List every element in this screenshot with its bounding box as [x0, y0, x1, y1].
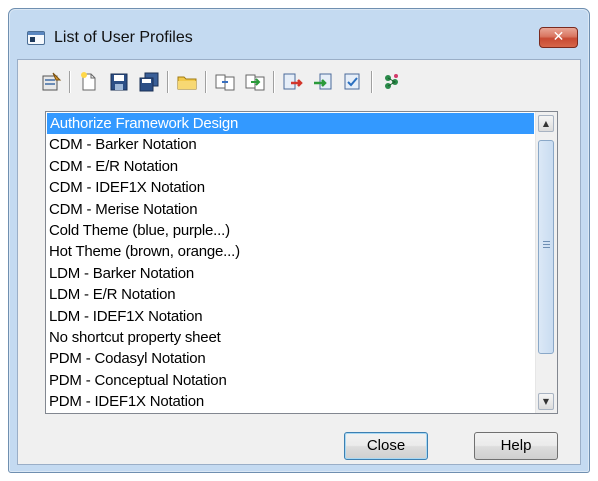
- import-icon: [314, 73, 332, 90]
- dialog-window: List of User Profiles ✕ Authorize Framew…: [8, 8, 590, 473]
- list-item[interactable]: LDM - Barker Notation: [46, 263, 535, 284]
- properties-button[interactable]: [36, 68, 66, 96]
- dialog-body: Authorize Framework Design CDM - Barker N…: [17, 59, 581, 465]
- list-item[interactable]: LDM - IDEF1X Notation: [46, 306, 535, 327]
- toolbar: [36, 66, 406, 98]
- toolbar-separator: [273, 71, 275, 93]
- export-icon: [283, 73, 303, 90]
- close-button[interactable]: Close: [344, 432, 428, 460]
- export-button[interactable]: [278, 68, 308, 96]
- vertical-scrollbar[interactable]: ▲ ▼: [535, 112, 557, 413]
- list-item[interactable]: PDM - Conceptual Notation: [46, 370, 535, 391]
- new-icon: [81, 72, 96, 91]
- list-item[interactable]: CDM - IDEF1X Notation: [46, 177, 535, 198]
- import-button[interactable]: [308, 68, 338, 96]
- compare-button[interactable]: [210, 68, 240, 96]
- find-button[interactable]: [376, 68, 406, 96]
- save-all-icon: [139, 72, 159, 92]
- list-item[interactable]: Authorize Framework Design: [47, 113, 534, 135]
- properties-icon: [42, 72, 62, 91]
- close-window-button[interactable]: ✕: [539, 27, 578, 48]
- toolbar-separator: [69, 71, 71, 93]
- save-icon: [110, 73, 128, 91]
- open-folder-icon: [177, 76, 197, 90]
- save-all-button[interactable]: [134, 68, 164, 96]
- window-icon: [27, 31, 45, 45]
- list-item[interactable]: No shortcut property sheet: [46, 327, 535, 348]
- list-item[interactable]: CDM - E/R Notation: [46, 156, 535, 177]
- toolbar-separator: [205, 71, 207, 93]
- open-button[interactable]: [172, 68, 202, 96]
- list-item[interactable]: PDM - Relational Notation: [46, 412, 535, 413]
- toolbar-separator: [167, 71, 169, 93]
- check-icon: [344, 73, 360, 90]
- merge-icon: [245, 74, 265, 91]
- profiles-listbox[interactable]: Authorize Framework Design CDM - Barker N…: [45, 111, 558, 414]
- compare-icon: [215, 74, 235, 91]
- list-item[interactable]: PDM - Codasyl Notation: [46, 348, 535, 369]
- merge-button[interactable]: [240, 68, 270, 96]
- scroll-down-button[interactable]: ▼: [538, 393, 554, 410]
- list-item[interactable]: LDM - E/R Notation: [46, 284, 535, 305]
- help-button[interactable]: Help: [474, 432, 558, 460]
- find-icon: [385, 74, 398, 89]
- list-item[interactable]: CDM - Barker Notation: [46, 134, 535, 155]
- list-item[interactable]: PDM - IDEF1X Notation: [46, 391, 535, 412]
- thumb-grip-icon: [543, 241, 550, 242]
- new-button[interactable]: [74, 68, 104, 96]
- window-title: List of User Profiles: [54, 29, 193, 46]
- scroll-thumb[interactable]: [538, 140, 554, 354]
- toolbar-separator: [371, 71, 373, 93]
- title-bar[interactable]: List of User Profiles ✕: [9, 9, 589, 59]
- list-item[interactable]: Cold Theme (blue, purple...): [46, 220, 535, 241]
- scroll-up-button[interactable]: ▲: [538, 115, 554, 132]
- save-button[interactable]: [104, 68, 134, 96]
- list-item[interactable]: CDM - Merise Notation: [46, 199, 535, 220]
- list-item[interactable]: Hot Theme (brown, orange...): [46, 241, 535, 262]
- check-button[interactable]: [338, 68, 368, 96]
- profiles-list: Authorize Framework Design CDM - Barker N…: [46, 112, 535, 413]
